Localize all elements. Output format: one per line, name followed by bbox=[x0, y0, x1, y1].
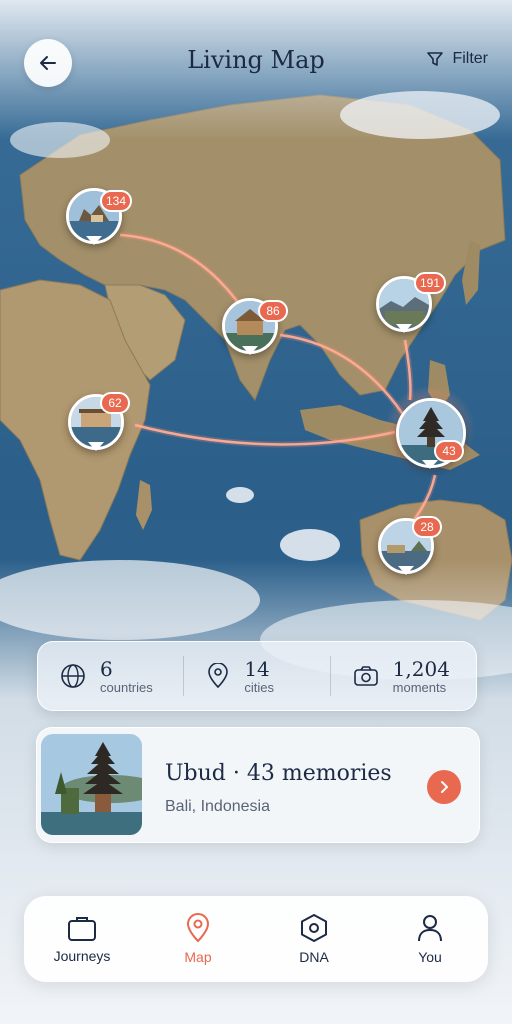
chevron-right-icon bbox=[441, 781, 448, 793]
pin-bali[interactable]: 43 bbox=[396, 398, 466, 478]
pin-europe[interactable]: 134 bbox=[66, 188, 133, 254]
tab-you[interactable]: You bbox=[372, 896, 488, 982]
world-map[interactable] bbox=[0, 0, 512, 1024]
stats-panel: 6 countries 14 cities 1,204 moments bbox=[37, 641, 477, 711]
tab-label: Map bbox=[184, 949, 212, 965]
memory-count-badge: 86 bbox=[258, 300, 288, 322]
tab-journeys[interactable]: Journeys bbox=[24, 896, 140, 982]
place-subtitle: Bali, Indonesia bbox=[165, 798, 270, 815]
memory-count-badge: 134 bbox=[100, 190, 133, 212]
location-pin-icon bbox=[186, 913, 210, 943]
pin-africa[interactable]: 62 bbox=[68, 392, 130, 460]
stat-label: countries bbox=[100, 679, 153, 695]
stat-countries: 6 countries bbox=[38, 656, 183, 696]
memory-count-badge: 43 bbox=[434, 440, 464, 462]
camera-icon bbox=[353, 666, 378, 686]
tab-label: Journeys bbox=[53, 948, 111, 964]
filter-button[interactable]: Filter bbox=[426, 50, 488, 68]
stat-label: cities bbox=[244, 679, 274, 695]
header: Living Map Filter bbox=[0, 0, 512, 130]
stat-label: moments bbox=[392, 679, 447, 695]
briefcase-icon bbox=[68, 917, 96, 941]
filter-label: Filter bbox=[452, 50, 488, 67]
memory-count-badge: 62 bbox=[100, 392, 130, 414]
globe-icon bbox=[61, 664, 85, 688]
pin-india[interactable]: 86 bbox=[222, 298, 288, 364]
pin-china[interactable]: 191 bbox=[376, 272, 447, 342]
user-icon bbox=[418, 915, 442, 942]
memory-count-badge: 191 bbox=[414, 272, 447, 294]
memory-count-badge: 28 bbox=[412, 516, 442, 538]
tab-label: You bbox=[418, 949, 442, 965]
tab-map[interactable]: Map bbox=[140, 896, 256, 982]
stat-value: 1,204 bbox=[392, 656, 450, 681]
place-title: Ubud · 43 memories bbox=[165, 761, 392, 786]
stat-value: 6 bbox=[100, 656, 113, 681]
bottom-tab-bar: Journeys Map DNA You bbox=[24, 896, 488, 982]
pin-australia[interactable]: 28 bbox=[378, 516, 442, 584]
open-place-button[interactable] bbox=[427, 770, 461, 804]
place-photo bbox=[41, 734, 142, 835]
stat-moments: 1,204 moments bbox=[329, 656, 476, 696]
filter-icon bbox=[427, 52, 444, 66]
tab-dna[interactable]: DNA bbox=[256, 896, 372, 982]
stat-value: 14 bbox=[244, 656, 270, 681]
hexagon-icon bbox=[301, 914, 327, 942]
location-pin-icon bbox=[208, 663, 229, 689]
stat-cities: 14 cities bbox=[183, 656, 329, 696]
tab-label: DNA bbox=[299, 949, 329, 965]
place-card[interactable]: Ubud · 43 memories Bali, Indonesia bbox=[36, 727, 480, 843]
